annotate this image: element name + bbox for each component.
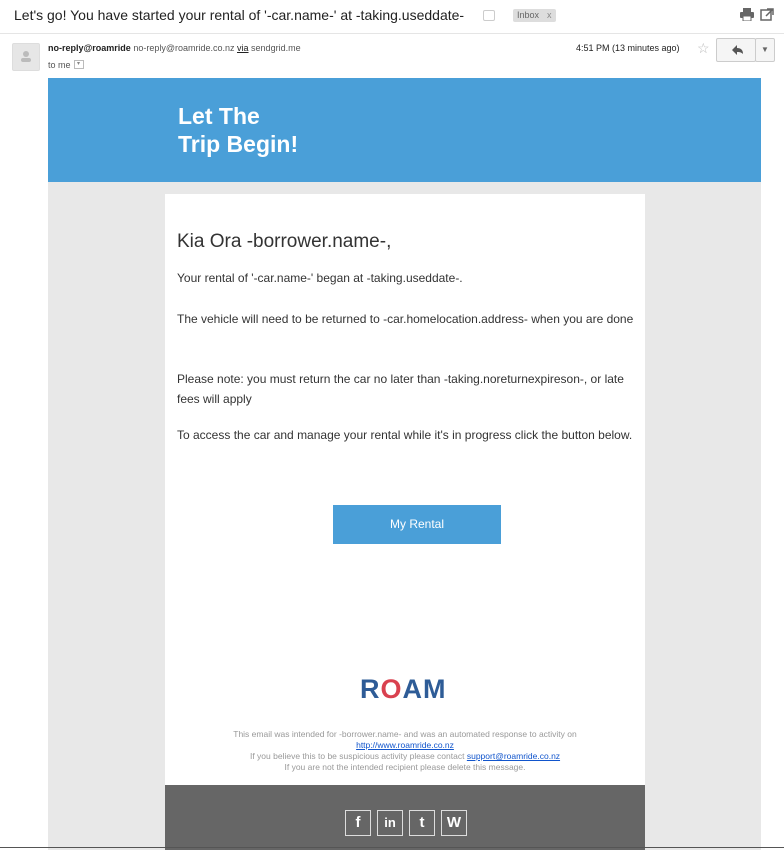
via-link[interactable]: via (237, 43, 249, 53)
social-footer (165, 785, 645, 850)
footer-suspicious-line: If you believe this to be suspicious act… (165, 751, 645, 762)
wordpress-icon[interactable]: W (441, 810, 467, 836)
avatar[interactable] (12, 43, 40, 71)
footer-intended-text: This email was intended for -borrower.na… (233, 729, 577, 739)
person-icon (21, 51, 31, 62)
label-chip-close[interactable]: x (547, 10, 552, 20)
header-banner (48, 78, 761, 182)
paragraph-access-instructions: To access the car and manage your rental… (177, 428, 633, 442)
logo-letters-am: AM (402, 674, 447, 704)
label-chip-inbox[interactable]: Inbox x (513, 9, 556, 22)
via-domain: sendgrid.me (251, 43, 301, 53)
banner-title: Let The Trip Begin! (178, 102, 378, 158)
more-options-button[interactable]: ▼ (755, 38, 775, 62)
greeting: Kia Ora -borrower.name-, (177, 231, 392, 252)
recipient-details-dropdown-icon[interactable]: ▾ (73, 60, 84, 70)
my-rental-button[interactable]: My Rental (333, 505, 501, 544)
roam-logo: ROAM (360, 674, 447, 705)
paragraph-return-location: The vehicle will need to be returned to … (177, 312, 634, 326)
sender-line: no-reply@roamride no-reply@roamride.co.n… (48, 43, 301, 53)
chevron-down-icon: ▼ (761, 45, 769, 54)
linkedin-icon[interactable]: in (377, 810, 403, 836)
reply-icon (732, 45, 743, 55)
facebook-icon[interactable]: f (345, 810, 371, 836)
sender-name[interactable]: no-reply@roamride (48, 43, 131, 53)
banner-title-line2: Trip Begin! (178, 131, 299, 157)
star-icon[interactable]: ☆ (697, 40, 710, 57)
sender-address: no-reply@roamride.co.nz (133, 43, 235, 53)
email-subject: Let's go! You have started your rental o… (14, 7, 465, 23)
banner-title-line1: Let The (178, 103, 260, 129)
header-divider (0, 33, 784, 34)
logo-letter-r: R (360, 674, 381, 704)
paragraph-rental-start: Your rental of '-car.name-' began at -ta… (177, 271, 463, 285)
logo-letter-o: O (380, 674, 403, 704)
label-chip-text: Inbox (517, 10, 540, 20)
timestamp: 4:51 PM (13 minutes ago) (576, 43, 680, 53)
important-marker-icon[interactable] (483, 10, 495, 21)
reply-button[interactable] (716, 38, 756, 62)
footer-link-line: http://www.roamride.co.nz (165, 740, 645, 751)
footer-suspicious-text: If you believe this to be suspicious act… (249, 751, 465, 761)
new-window-icon[interactable] (760, 8, 774, 21)
subject-bar: Let's go! You have started your rental o… (0, 0, 784, 32)
recipient-line: to me ▾ (48, 60, 84, 70)
roamride-website-link[interactable]: http://www.roamride.co.nz (356, 740, 454, 750)
twitter-icon[interactable]: t (409, 810, 435, 836)
support-email-link[interactable]: support@roamride.co.nz (467, 751, 560, 761)
footer-not-recipient: If you are not the intended recipient pl… (284, 762, 526, 772)
bottom-divider (0, 847, 784, 848)
print-icon[interactable] (740, 8, 754, 21)
recipient-text: to me (48, 60, 71, 70)
paragraph-late-fees: Please note: you must return the car no … (177, 372, 624, 406)
